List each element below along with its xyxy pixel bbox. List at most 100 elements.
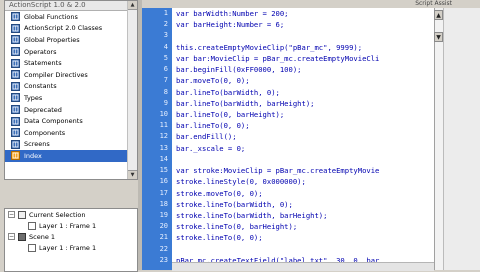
line-number: 1 [163,9,168,17]
line-number: 16 [159,177,168,186]
line-number: 3 [163,31,168,40]
toolbox-item[interactable]: Components [5,127,137,139]
code-line[interactable]: stroke.lineTo(0, barHeight); [172,221,434,232]
line-number: 11 [159,121,168,130]
toolbox-item-label: Global Functions [24,12,78,21]
book-icon [11,70,20,80]
line-number-gutter: 1 2 3 4 5 6 7 8 9 10 11 12 13 14 15 16 17 18 19 20 21 22 23 [142,8,172,270]
editor-vertical-scrollbar[interactable] [435,8,444,270]
code-line[interactable]: stroke.lineTo(barWidth, 0); [172,199,434,210]
toolbox-item-label: Types [24,93,43,102]
toolbox-item[interactable]: Operators [5,46,137,58]
toolbox-item-label: Statements [24,59,62,68]
code-line[interactable]: var barHeight:Number = 6; [172,19,434,30]
toolbox-version-dropdown[interactable]: ActionScript 1.0 & 2.0 [5,1,137,11]
toolbox-item[interactable]: Types [5,92,137,104]
code-line[interactable]: stroke.lineTo(barWidth, barHeight); [172,210,434,221]
code-line[interactable]: bar.endFill(); [172,131,434,142]
code-line[interactable]: bar.lineTo(barWidth, 0); [172,87,434,98]
navigator-item-label: Scene 1 [29,232,56,241]
toolbox-item-label: Screens [24,140,50,149]
book-icon [11,58,20,68]
collapse-up-icon[interactable]: ▲ [434,10,443,20]
scroll-down-arrow-icon[interactable]: ▼ [128,170,137,179]
code-line[interactable]: var barWidth:Number = 200; [172,8,434,19]
toolbox-item[interactable]: ActionScript 2.0 Classes [5,23,137,35]
line-number: 5 [163,53,168,62]
toolbox-item-label: Components [24,128,66,137]
navigator-item-label: Layer 1 : Frame 1 [39,243,97,252]
line-number: 23 [159,255,168,264]
line-number: 21 [159,233,168,242]
toolbox-item-label: Deprecated [24,105,62,114]
toolbox-item[interactable]: Screens [5,139,137,151]
line-number: 17 [159,188,168,197]
code-line[interactable]: bar.moveTo(0, 0); [172,75,434,86]
book-icon [11,47,20,57]
code-line[interactable]: bar.lineTo(0, 0); [172,120,434,131]
line-number: 15 [159,166,168,175]
script-navigator: − Current Selection Layer 1 : Frame 1 − Scen… [4,208,138,272]
code-line[interactable]: stroke.lineStyle(0, 0x000000); [172,176,434,187]
toolbox-item[interactable]: Data Components [5,115,137,127]
toolbox-item[interactable]: Global Functions [5,11,137,23]
navigator-item[interactable]: − Current Selection [5,209,137,220]
line-number: 19 [159,210,168,219]
book-icon [11,12,20,22]
toolbox-item-label: ActionScript 2.0 Classes [24,24,103,33]
actions-left-panel: ActionScript 1.0 & 2.0 Global Functions A… [0,0,138,272]
code-line[interactable]: var stroke:MovieClip = pBar_mc.createEmp… [172,165,434,176]
line-number: 6 [163,65,168,74]
code-line[interactable]: bar.lineTo(barWidth, barHeight); [172,98,434,109]
navigator-tree: − Current Selection Layer 1 : Frame 1 − Scen… [5,209,137,253]
collapse-down-icon[interactable]: ▼ [434,32,443,42]
book-icon [11,35,20,45]
code-line[interactable]: stroke.lineTo(0, 0); [172,232,434,243]
code-line[interactable]: bar.beginFill(0xFF0000, 100); [172,64,434,75]
line-number: 7 [163,76,168,85]
toolbox-item[interactable]: Statements [5,57,137,69]
collapse-toggle-icon[interactable]: − [8,211,15,218]
toolbox-item[interactable]: Index [5,150,137,162]
code-line[interactable] [172,30,434,41]
navigator-item[interactable]: − Scene 1 [5,231,137,242]
navigator-item[interactable]: Layer 1 : Frame 1 [5,242,137,253]
toolbox-item-label: Data Components [24,117,83,126]
line-number: 8 [163,87,168,96]
collapse-toggle-icon[interactable]: − [8,233,15,240]
folder-icon [18,210,26,219]
toolbox-list: Global Functions ActionScript 2.0 Classes… [5,11,137,162]
index-icon [11,151,20,161]
toolbox-item-label: Constants [24,82,57,91]
line-number: 18 [159,199,168,208]
toolbox-item[interactable]: Compiler Directives [5,69,137,81]
navigator-item[interactable]: Layer 1 : Frame 1 [5,220,137,231]
line-number: 9 [163,98,168,107]
toolbox-item[interactable]: Constants [5,81,137,93]
book-icon [11,139,20,149]
layer-icon [28,221,36,230]
script-assist-button[interactable]: Script Assist [415,0,452,7]
book-icon [11,23,20,33]
layer-icon [28,243,36,252]
toolbox-item-label: Compiler Directives [24,70,88,79]
code-line[interactable]: stroke.moveTo(0, 0); [172,188,434,199]
navigator-item-label: Layer 1 : Frame 1 [39,221,97,230]
script-editor[interactable]: var barWidth:Number = 200; var barHeight:… [172,8,434,270]
panel-splitter[interactable] [4,180,138,207]
book-icon [11,93,20,103]
toolbox-item[interactable]: Deprecated [5,104,137,116]
book-icon [11,81,20,91]
toolbox-scrollbar[interactable]: ▲ ▼ [127,1,137,179]
code-line[interactable]: var bar:MovieClip = pBar_mc.createEmptyM… [172,53,434,64]
toolbox-item-label: Index [24,151,42,160]
scroll-up-arrow-icon[interactable]: ▲ [128,1,137,10]
code-line[interactable]: bar.lineTo(0, barHeight); [172,109,434,120]
code-line[interactable]: this.createEmptyMovieClip("pBar_mc", 999… [172,42,434,53]
book-icon [11,105,20,115]
toolbox-item[interactable]: Global Properties [5,34,137,46]
book-icon [11,128,20,138]
code-line[interactable] [172,154,434,165]
code-line[interactable] [172,244,434,255]
code-line[interactable]: bar._xscale = 0; [172,143,434,154]
